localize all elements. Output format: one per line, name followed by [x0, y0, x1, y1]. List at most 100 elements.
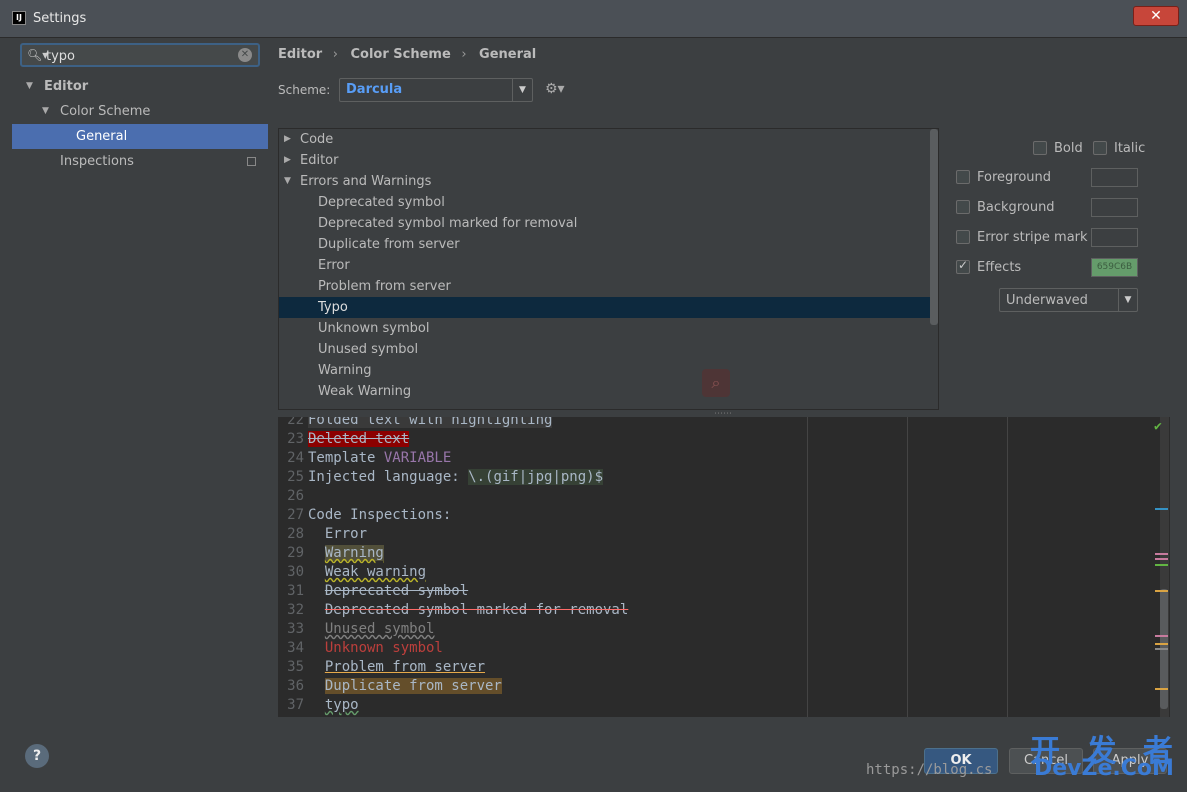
- code-line: 37 typo: [287, 697, 359, 713]
- sidebar-item-label: Editor: [44, 79, 89, 94]
- code-line: 34 Unknown symbol: [287, 640, 443, 656]
- background-color-swatch[interactable]: [1091, 198, 1138, 217]
- title-bar: IJ Settings ✕: [0, 0, 1187, 38]
- error-stripe-marker[interactable]: [1155, 558, 1168, 560]
- sidebar-item-label: Color Scheme: [60, 104, 151, 119]
- sidebar-item-general[interactable]: General: [12, 124, 268, 149]
- tree-item-label: Unknown symbol: [318, 321, 430, 336]
- attribute-tree[interactable]: ▶ Code ▶ Editor ▼ Errors and Warnings De…: [278, 128, 939, 410]
- expand-arrow-icon[interactable]: ▼: [284, 171, 291, 192]
- watermark-logo-text: DevZe.CoM: [1034, 756, 1174, 781]
- chevron-down-icon[interactable]: ▼: [512, 79, 532, 101]
- sidebar-item-label: Inspections: [60, 154, 134, 169]
- tree-item-label: Errors and Warnings: [300, 174, 432, 189]
- preview-editor[interactable]: 22 Folded text with highlighting 23 Delete…: [278, 417, 1170, 717]
- tree-item-label: Weak Warning: [318, 384, 412, 399]
- sidebar-item-color-scheme[interactable]: ▼ Color Scheme: [12, 99, 268, 124]
- breadcrumb-item: General: [479, 47, 537, 62]
- expand-arrow-icon[interactable]: ▶: [284, 129, 291, 150]
- expand-arrow-icon[interactable]: ▼: [42, 99, 49, 124]
- foreground-color-swatch[interactable]: [1091, 168, 1138, 187]
- background-label: Background: [977, 200, 1055, 215]
- bold-checkbox[interactable]: [1033, 141, 1047, 155]
- inspection-ok-icon: ✔: [1154, 419, 1162, 434]
- error-stripe-marker[interactable]: [1155, 508, 1168, 510]
- tree-item[interactable]: Duplicate from server: [279, 234, 931, 255]
- code-line: 32 Deprecated symbol marked for removal: [287, 602, 629, 618]
- settings-sidebar: 🔍︎▾ ✕ ▼ Editor ▼ Color Scheme General In…: [12, 38, 268, 728]
- tree-item[interactable]: Problem from server: [279, 276, 931, 297]
- code-line: 31 Deprecated symbol: [287, 583, 469, 599]
- background-checkbox[interactable]: [956, 200, 970, 214]
- italic-label: Italic: [1114, 141, 1146, 156]
- error-stripe-marker[interactable]: [1155, 564, 1168, 566]
- sidebar-item-editor[interactable]: ▼ Editor: [12, 74, 268, 99]
- error-stripe-marker[interactable]: [1155, 635, 1168, 637]
- breadcrumb-item: Editor: [278, 47, 323, 62]
- effect-type-value: Underwaved: [1006, 293, 1088, 308]
- magnifier-icon: ⌕: [702, 369, 730, 397]
- tree-item-label: Code: [300, 132, 334, 147]
- tree-item-label: Deprecated symbol marked for removal: [318, 216, 578, 231]
- effects-checkbox[interactable]: [956, 258, 970, 274]
- chevron-down-icon[interactable]: ▼: [1118, 289, 1137, 311]
- clear-search-icon[interactable]: ✕: [238, 48, 252, 62]
- breadcrumb-separator: ›: [332, 47, 338, 62]
- tree-item-editor[interactable]: ▶ Editor: [279, 150, 931, 171]
- sidebar-item-inspections[interactable]: Inspections: [12, 149, 268, 174]
- error-stripe-marker[interactable]: [1155, 590, 1168, 592]
- tree-item[interactable]: Unknown symbol: [279, 318, 931, 339]
- tree-item[interactable]: Deprecated symbol marked for removal: [279, 213, 931, 234]
- tree-item-label: Unused symbol: [318, 342, 419, 357]
- foreground-checkbox[interactable]: [956, 170, 970, 184]
- intellij-icon: IJ: [12, 11, 26, 25]
- code-line: 33 Unused symbol: [287, 621, 435, 637]
- scheme-label: Scheme:: [278, 83, 331, 97]
- tree-item-label: Typo: [318, 300, 348, 315]
- tree-item-errors-and-warnings[interactable]: ▼ Errors and Warnings: [279, 171, 931, 192]
- tree-item-typo[interactable]: Typo: [279, 297, 931, 318]
- scheme-value: Darcula: [346, 82, 403, 97]
- expand-arrow-icon[interactable]: ▼: [26, 74, 33, 99]
- guide-line: [907, 417, 908, 717]
- settings-search[interactable]: 🔍︎▾ ✕: [20, 43, 260, 67]
- code-line: 23 Deleted text: [287, 431, 410, 447]
- tree-item[interactable]: Warning: [279, 360, 931, 381]
- effects-color-swatch[interactable]: 659C6B: [1091, 258, 1138, 277]
- code-line: 27 Code Inspections:: [287, 507, 452, 523]
- code-line: 22 Folded text with highlighting: [278, 417, 553, 430]
- tree-item[interactable]: Unused symbol: [279, 339, 931, 360]
- error-stripe-checkbox[interactable]: [956, 230, 970, 244]
- tree-item-label: Deprecated symbol: [318, 195, 445, 210]
- italic-checkbox[interactable]: [1093, 141, 1107, 155]
- close-button[interactable]: ✕: [1133, 6, 1179, 26]
- expand-arrow-icon[interactable]: ▶: [284, 150, 291, 171]
- sidebar-item-label: General: [76, 129, 128, 144]
- tree-item[interactable]: Error: [279, 255, 931, 276]
- error-stripe-color-swatch[interactable]: [1091, 228, 1138, 247]
- error-stripe-marker[interactable]: [1155, 688, 1168, 690]
- code-line: 26: [287, 488, 304, 504]
- search-input[interactable]: [46, 47, 236, 65]
- code-line: 35 Problem from server: [287, 659, 486, 675]
- code-line: 36 Duplicate from server: [287, 678, 502, 694]
- tree-item[interactable]: Deprecated symbol: [279, 192, 931, 213]
- tree-item[interactable]: Weak Warning: [279, 381, 931, 402]
- foreground-label: Foreground: [977, 170, 1052, 185]
- effect-type-dropdown[interactable]: Underwaved ▼: [999, 288, 1138, 312]
- breadcrumb: Editor › Color Scheme › General: [278, 47, 542, 65]
- tree-item-label: Problem from server: [318, 279, 451, 294]
- tree-item-code[interactable]: ▶ Code: [279, 129, 931, 150]
- help-button[interactable]: ?: [25, 744, 49, 768]
- tree-scrollbar[interactable]: [930, 129, 938, 325]
- guide-line: [807, 417, 808, 717]
- gear-icon[interactable]: ⚙▾: [545, 81, 565, 97]
- error-stripe-label: Error stripe mark: [977, 230, 1088, 245]
- effects-label: Effects: [977, 260, 1022, 275]
- tree-item-label: Error: [318, 258, 350, 273]
- error-stripe-marker[interactable]: [1155, 648, 1168, 650]
- error-stripe-marker[interactable]: [1155, 553, 1168, 555]
- tree-item-label: Editor: [300, 153, 339, 168]
- scheme-dropdown[interactable]: Darcula ▼: [339, 78, 533, 102]
- error-stripe-marker[interactable]: [1155, 643, 1168, 645]
